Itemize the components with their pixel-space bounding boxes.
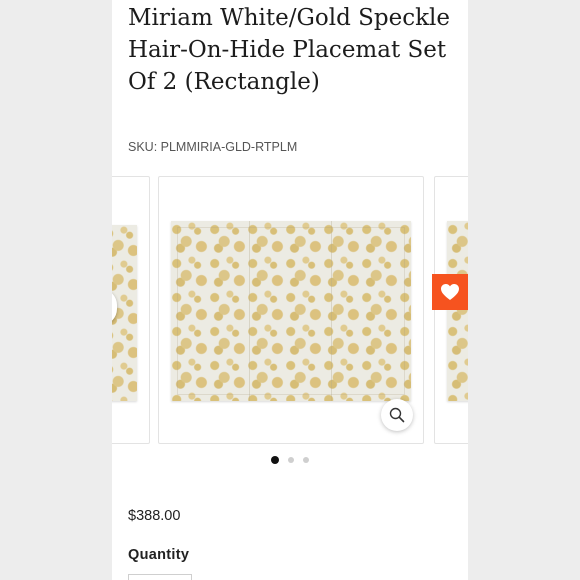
placemat-stitching — [177, 227, 405, 395]
placemat-image — [171, 221, 411, 401]
favorite-button[interactable] — [432, 274, 468, 310]
zoom-button[interactable] — [381, 399, 413, 431]
placemat-image — [447, 221, 468, 401]
carousel-pagination — [112, 456, 468, 464]
pagination-dot-1[interactable] — [271, 456, 279, 464]
carousel-slide-active[interactable] — [158, 176, 424, 444]
pagination-dot-2[interactable] — [288, 457, 294, 463]
product-sku: SKU: PLMMIRIA-GLD-RTPLM — [128, 140, 298, 154]
product-title: Miriam White/Gold Speckle Hair-On-Hide P… — [128, 5, 450, 95]
heart-icon — [441, 284, 459, 300]
quantity-stepper[interactable] — [128, 574, 192, 580]
image-carousel[interactable] — [112, 176, 468, 444]
product-price: $388.00 — [128, 508, 181, 524]
pagination-dot-3[interactable] — [303, 457, 309, 463]
carousel-slide-next[interactable] — [434, 176, 468, 444]
carousel-slide-previous[interactable] — [112, 176, 150, 444]
quantity-label: Quantity — [128, 547, 190, 563]
product-page: Miriam White/Gold Speckle Hair-On-Hide P… — [112, 0, 468, 580]
magnifier-icon — [389, 407, 405, 423]
